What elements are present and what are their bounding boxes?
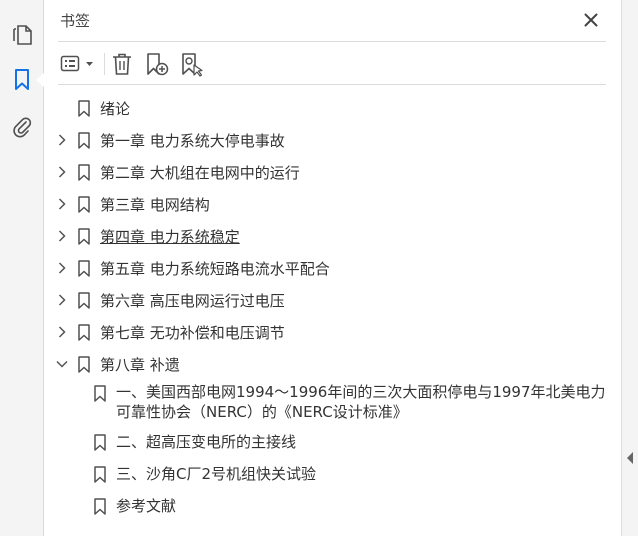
options-menu-button[interactable] — [58, 50, 98, 78]
trash-icon — [113, 53, 131, 75]
find-bookmark-icon — [182, 53, 203, 77]
header-divider — [58, 41, 606, 42]
panel-collapse-strip[interactable] — [621, 0, 638, 536]
bookmark-icon — [78, 356, 90, 373]
bookmark-label: 第八章 补遗 — [100, 355, 180, 374]
bookmark-item-chapter-3[interactable]: 第三章 电网结构 — [45, 188, 621, 220]
expand-chevron-icon[interactable] — [55, 325, 69, 339]
bookmark-icon — [94, 498, 106, 515]
pages-icon — [13, 25, 32, 45]
bookmark-icon — [78, 132, 90, 149]
collapse-chevron-icon[interactable] — [55, 357, 69, 371]
toolbar-separator — [104, 53, 105, 75]
bookmark-item-chapter-7[interactable]: 第七章 无功补偿和电压调节 — [45, 316, 621, 348]
attachments-button[interactable] — [0, 106, 44, 146]
bookmark-item-chapter-2[interactable]: 第二章 大机组在电网中的运行 — [45, 156, 621, 188]
bookmark-item-chapter-4[interactable]: 第四章 电力系统稳定 — [45, 220, 621, 252]
new-bookmark-button[interactable] — [143, 50, 171, 78]
expand-chevron-icon[interactable] — [55, 133, 69, 147]
bookmark-label: 第二章 大机组在电网中的运行 — [100, 163, 300, 182]
page-thumbnails-button[interactable] — [0, 14, 44, 54]
bookmark-item-chapter-8[interactable]: 第八章 补遗 — [45, 348, 621, 380]
bookmark-icon — [94, 434, 106, 451]
attachment-icon — [13, 117, 32, 138]
expand-chevron-icon[interactable] — [55, 293, 69, 307]
find-current-bookmark-button[interactable] — [178, 50, 206, 78]
list-options-icon — [60, 55, 93, 72]
bookmark-tree: 绪论 第一章 电力系统大停电事故 第二章 大机组在电网中的运行 第三章 电网结构… — [45, 92, 621, 522]
bookmark-icon — [15, 69, 29, 90]
bookmark-item-intro[interactable]: 绪论 — [45, 92, 621, 124]
bookmark-icon — [78, 292, 90, 309]
expand-chevron-icon[interactable] — [55, 229, 69, 243]
bookmark-subitem-2[interactable]: 二、超高压变电所的主接线 — [45, 426, 621, 458]
add-bookmark-icon — [147, 53, 169, 76]
bookmark-label: 第三章 电网结构 — [100, 195, 210, 214]
expand-chevron-icon[interactable] — [55, 165, 69, 179]
bookmark-icon — [78, 100, 90, 117]
delete-bookmark-button[interactable] — [109, 50, 135, 78]
bookmark-label: 第五章 电力系统短路电流水平配合 — [100, 259, 330, 278]
bookmark-label: 二、超高压变电所的主接线 — [116, 433, 297, 451]
bookmark-icon — [78, 260, 90, 277]
bookmark-icon — [78, 324, 90, 341]
active-panel-pointer — [36, 73, 44, 87]
bookmark-label: 一、美国西部电网1994～1996年间的三次大面积停电与1997年北美电力可靠性… — [116, 383, 606, 421]
expand-chevron-icon[interactable] — [55, 197, 69, 211]
bookmark-icon — [78, 164, 90, 181]
panel-title: 书签 — [60, 12, 91, 30]
bookmark-label: 第七章 无功补偿和电压调节 — [100, 323, 285, 342]
toolbar-divider — [58, 84, 606, 85]
bookmark-label: 第一章 电力系统大停电事故 — [100, 131, 285, 150]
bookmark-label: 参考文献 — [116, 497, 177, 515]
close-panel-button[interactable] — [579, 8, 603, 32]
bookmark-label: 第四章 电力系统稳定 — [100, 227, 240, 246]
bookmark-icon — [78, 228, 90, 245]
expand-left-arrow-icon[interactable] — [627, 452, 633, 464]
bookmark-label: 三、沙角C厂2号机组快关试验 — [116, 465, 317, 483]
close-icon — [584, 13, 598, 27]
bookmark-subitem-3[interactable]: 三、沙角C厂2号机组快关试验 — [45, 458, 621, 490]
bookmark-item-chapter-6[interactable]: 第六章 高压电网运行过电压 — [45, 284, 621, 316]
navigation-rail — [0, 0, 44, 536]
bookmark-label: 第六章 高压电网运行过电压 — [100, 291, 285, 310]
bookmarks-panel: 书签 绪论 第一章 电力系统大停电事故 第二章 大机组在电网中的运行 第三章 电… — [45, 0, 621, 536]
bookmark-label: 绪论 — [100, 99, 131, 118]
bookmark-icon — [78, 196, 90, 213]
bookmark-item-chapter-1[interactable]: 第一章 电力系统大停电事故 — [45, 124, 621, 156]
bookmark-subitem-1[interactable]: 一、美国西部电网1994～1996年间的三次大面积停电与1997年北美电力可靠性… — [45, 380, 621, 426]
bookmark-item-chapter-5[interactable]: 第五章 电力系统短路电流水平配合 — [45, 252, 621, 284]
bookmark-icon — [94, 385, 106, 402]
bookmark-subitem-4[interactable]: 参考文献 — [45, 490, 621, 522]
bookmark-icon — [94, 466, 106, 483]
expand-chevron-icon[interactable] — [55, 261, 69, 275]
